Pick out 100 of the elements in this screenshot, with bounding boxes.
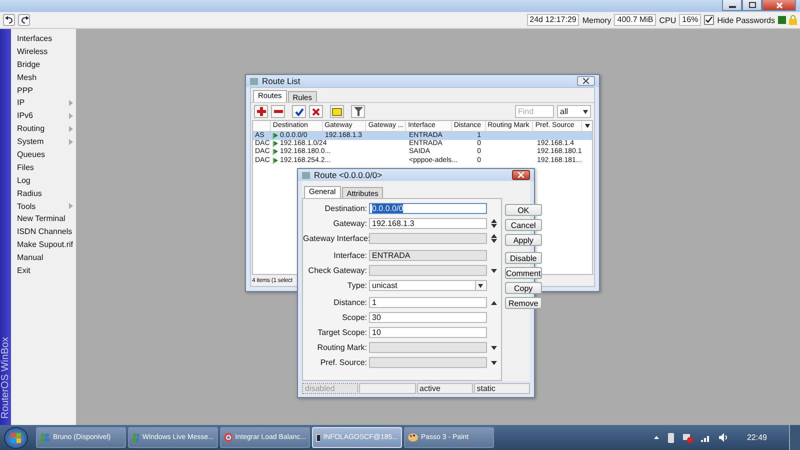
input-field[interactable]: 192.168.1.3 — [369, 218, 487, 229]
redo-button[interactable] — [18, 14, 30, 26]
enable-button[interactable] — [292, 105, 306, 118]
menu-item[interactable]: Interfaces — [11, 32, 78, 45]
hide-passwords-label: Hide Passwords — [717, 16, 775, 24]
menu-item[interactable]: Files — [11, 160, 78, 174]
menu-item[interactable]: PPP — [11, 84, 78, 96]
browser-icon — [224, 433, 232, 442]
submenu-arrow-icon — [69, 203, 74, 210]
minimize-button[interactable] — [722, 0, 742, 11]
field-label: Gateway: — [332, 219, 368, 228]
menu-item[interactable]: Wireless — [11, 44, 78, 58]
menu-item[interactable]: Bridge — [11, 58, 78, 71]
close-icon — [518, 172, 524, 178]
menu-item[interactable]: Manual — [11, 251, 78, 264]
menu-item[interactable]: Tools — [11, 200, 78, 212]
menu-item[interactable]: New Terminal — [11, 212, 78, 226]
dialog-button[interactable]: Comment — [505, 267, 542, 279]
note-icon — [332, 108, 342, 116]
terminal-icon — [316, 434, 320, 442]
undo-button[interactable] — [3, 14, 15, 26]
flag-icon — [273, 141, 278, 148]
hide-passwords-checkbox[interactable] — [704, 15, 714, 25]
input-field[interactable]: unicast — [369, 280, 487, 291]
clock[interactable]: 22:49 — [746, 433, 767, 442]
minus-icon — [274, 110, 282, 113]
cpu-value: 16% — [679, 14, 702, 26]
input-field[interactable]: 30 — [369, 312, 487, 323]
dropdown-arrow-icon[interactable] — [491, 360, 497, 364]
dropdown-button[interactable] — [475, 281, 484, 290]
flag-icon — [273, 149, 278, 156]
up-down-arrows-icon[interactable] — [491, 219, 497, 228]
device-icon[interactable] — [666, 432, 675, 442]
comment-button[interactable] — [330, 105, 344, 118]
memory-value: 400.7 MiB — [614, 14, 656, 26]
dialog-button[interactable]: Apply — [505, 234, 542, 246]
dialog-button[interactable]: Remove — [505, 297, 542, 309]
dialog-button[interactable]: Disable — [505, 252, 542, 264]
windows-logo-icon — [11, 432, 21, 442]
field-label: Routing Mark: — [316, 343, 368, 352]
menu-item[interactable]: System — [11, 135, 78, 148]
uptime-value: 24d 12:17:29 — [526, 14, 580, 26]
status-square-icon — [778, 16, 786, 24]
up-down-arrows-icon[interactable] — [491, 234, 497, 243]
menu-item[interactable]: Routing — [11, 122, 78, 136]
input-field[interactable]: 10 — [369, 327, 487, 338]
menu-item[interactable]: IPv6 — [11, 109, 78, 122]
flag-icon — [273, 133, 278, 140]
filter-button[interactable] — [351, 105, 365, 118]
filter-select[interactable]: all — [557, 105, 591, 118]
status-cell: disabled — [302, 383, 358, 394]
network-error-icon[interactable] — [682, 432, 693, 442]
maximize-button[interactable] — [742, 0, 762, 11]
window-title: Route <0.0.0.0/0> — [314, 170, 382, 180]
close-button[interactable] — [762, 0, 796, 11]
memory-label: Memory — [582, 16, 612, 24]
field-label: Check Gateway: — [307, 266, 368, 275]
show-desktop-button[interactable] — [789, 425, 800, 450]
dialog-button[interactable]: Cancel — [505, 219, 542, 231]
start-button[interactable] — [4, 426, 28, 448]
disable-button[interactable] — [309, 105, 323, 118]
menu-item[interactable]: Queues — [11, 148, 78, 161]
close-button[interactable] — [577, 76, 595, 86]
dialog-button[interactable]: Copy — [505, 282, 542, 294]
filter-icon — [354, 107, 362, 116]
cpu-label: CPU — [659, 16, 676, 24]
menu-item[interactable]: Exit — [11, 264, 78, 277]
field-label: Gateway Interface: — [303, 234, 369, 243]
menu-item[interactable]: IP — [11, 96, 78, 110]
dropdown-icon — [583, 109, 588, 114]
redo-icon — [20, 16, 28, 24]
remove-button[interactable] — [271, 105, 285, 118]
lock-icon — [789, 15, 797, 25]
status-cell: static — [474, 383, 530, 394]
field-label: Scope: — [341, 313, 368, 322]
plus-icon — [256, 107, 266, 116]
cross-icon — [312, 108, 320, 116]
close-button[interactable] — [512, 170, 530, 180]
check-icon — [294, 108, 304, 116]
find-field[interactable]: Find — [515, 105, 554, 118]
menu-item[interactable]: ISDN Channels — [11, 225, 78, 238]
speaker-icon[interactable] — [718, 433, 728, 442]
menu-item[interactable]: Make Supout.rif — [11, 238, 78, 252]
dropdown-arrow-icon[interactable] — [491, 268, 497, 272]
close-icon — [583, 78, 589, 84]
people-icon — [132, 433, 140, 442]
field-label: Destination: — [324, 204, 368, 213]
up-arrow-icon[interactable] — [491, 300, 497, 304]
add-button[interactable] — [254, 105, 268, 118]
column-menu-icon[interactable] — [584, 124, 590, 128]
input-field[interactable]: 0.0.0.0/0 — [369, 203, 487, 214]
menu-item[interactable]: Radius — [11, 186, 78, 200]
signal-icon[interactable] — [700, 434, 711, 442]
flag-icon — [273, 158, 278, 164]
menu-item[interactable]: Mesh — [11, 70, 78, 84]
dialog-button[interactable]: OK — [505, 204, 542, 216]
menu-item[interactable]: Log — [11, 174, 78, 187]
dropdown-arrow-icon[interactable] — [491, 346, 497, 350]
show-hidden-icons-icon[interactable] — [654, 436, 659, 439]
input-field[interactable]: 1 — [369, 297, 487, 308]
